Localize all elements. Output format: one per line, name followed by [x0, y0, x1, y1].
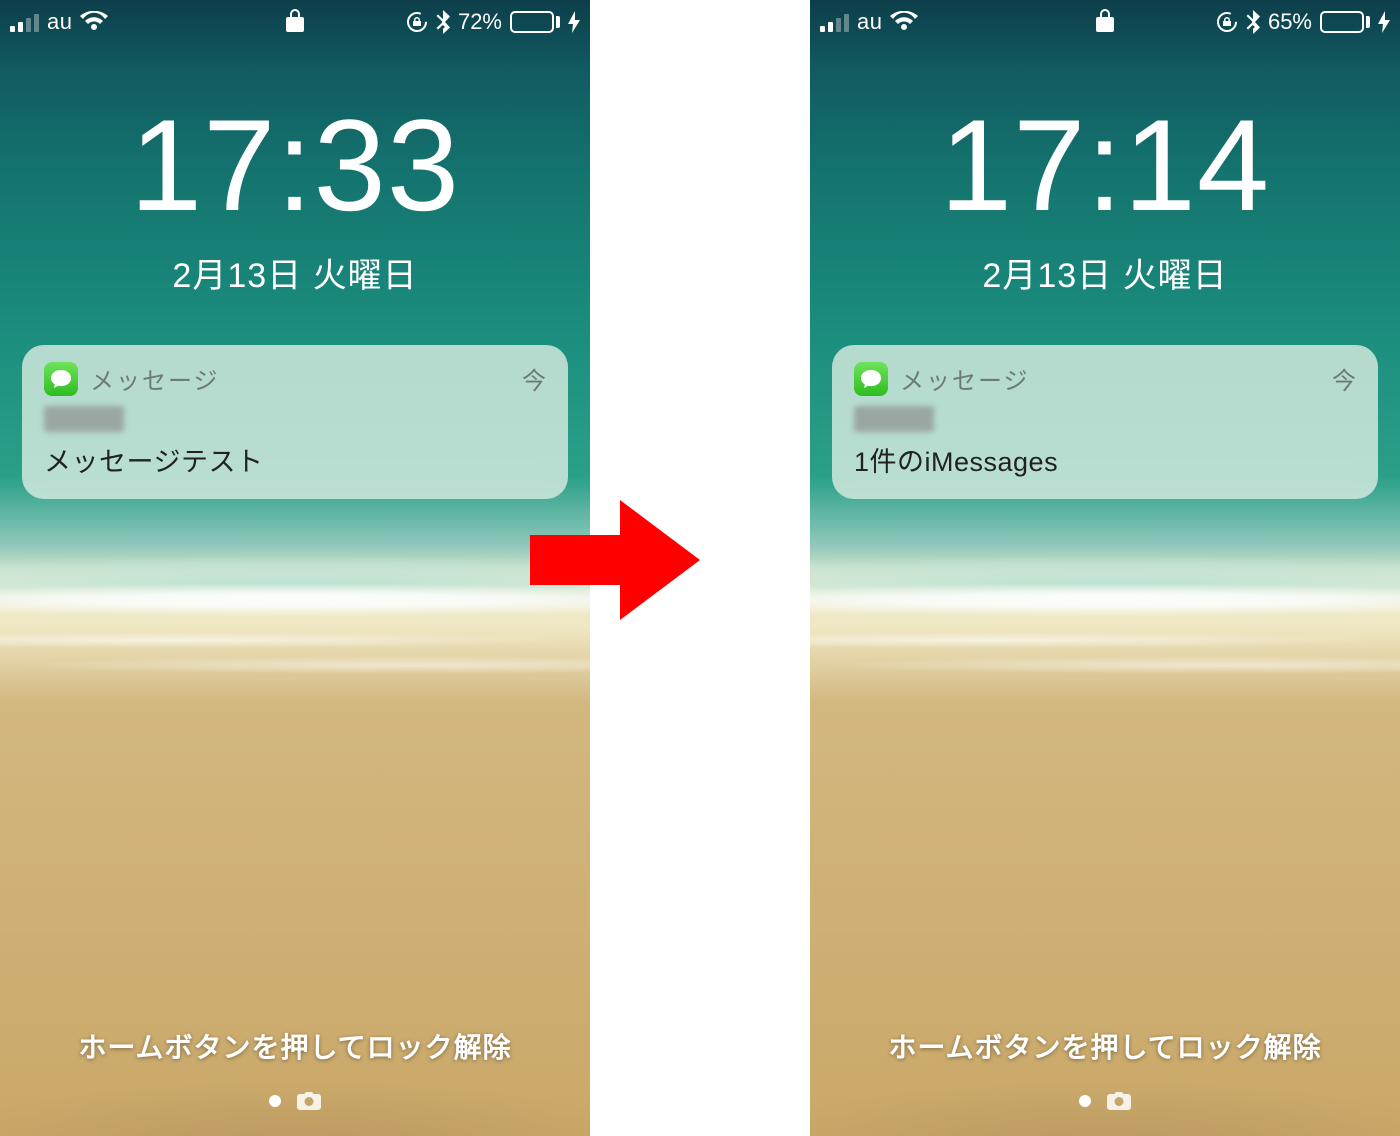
notification-body: メッセージテスト — [44, 440, 546, 479]
red-arrow-icon — [530, 500, 700, 620]
notification-app-name: メッセージ — [900, 361, 1030, 396]
orientation-lock-icon — [406, 11, 428, 33]
page-dot-icon — [269, 1095, 281, 1107]
page-dots — [0, 1092, 590, 1110]
cell-signal-icon — [820, 12, 849, 32]
notification-time: 今 — [522, 361, 546, 396]
time-label: 17:33 — [0, 100, 590, 230]
status-bar: au 65% — [810, 0, 1400, 40]
status-bar: au 72% — [0, 0, 590, 40]
page-dot-icon — [1079, 1095, 1091, 1107]
orientation-lock-icon — [1216, 11, 1238, 33]
notification-time: 今 — [1332, 361, 1356, 396]
date-label: 2月13日 火曜日 — [810, 248, 1400, 297]
wifi-icon — [80, 11, 108, 33]
notification-app-name: メッセージ — [90, 361, 220, 396]
lock-icon — [286, 8, 304, 32]
battery-icon — [1320, 11, 1370, 33]
bluetooth-icon — [1246, 10, 1260, 34]
notification-body: 1件のiMessages — [854, 440, 1356, 479]
charging-icon — [568, 11, 580, 33]
date-label: 2月13日 火曜日 — [0, 248, 590, 297]
clock-block: 17:33 2月13日 火曜日 — [0, 100, 590, 297]
cell-signal-icon — [10, 12, 39, 32]
charging-icon — [1378, 11, 1390, 33]
unlock-hint: ホームボタンを押してロック解除 — [810, 1026, 1400, 1066]
bluetooth-icon — [436, 10, 450, 34]
lockscreen-right: au 65% 17:14 2月13日 火曜日 — [810, 0, 1400, 1136]
carrier-label: au — [47, 9, 72, 35]
carrier-label: au — [857, 9, 882, 35]
lockscreen-left: au 72% 17:33 2月13日 火曜日 — [0, 0, 590, 1136]
unlock-hint: ホームボタンを押してロック解除 — [0, 1026, 590, 1066]
messages-app-icon — [44, 362, 78, 396]
camera-icon[interactable] — [1107, 1092, 1131, 1110]
camera-icon[interactable] — [297, 1092, 321, 1110]
notification-sender-redacted — [44, 406, 124, 432]
page-dots — [810, 1092, 1400, 1110]
notification-sender-redacted — [854, 406, 934, 432]
lock-icon — [1096, 8, 1114, 32]
battery-icon — [510, 11, 560, 33]
notification-card[interactable]: メッセージ 今 1件のiMessages — [832, 345, 1378, 499]
time-label: 17:14 — [810, 100, 1400, 230]
wifi-icon — [890, 11, 918, 33]
battery-pct: 72% — [458, 9, 502, 35]
clock-block: 17:14 2月13日 火曜日 — [810, 100, 1400, 297]
battery-pct: 65% — [1268, 9, 1312, 35]
messages-app-icon — [854, 362, 888, 396]
notification-card[interactable]: メッセージ 今 メッセージテスト — [22, 345, 568, 499]
